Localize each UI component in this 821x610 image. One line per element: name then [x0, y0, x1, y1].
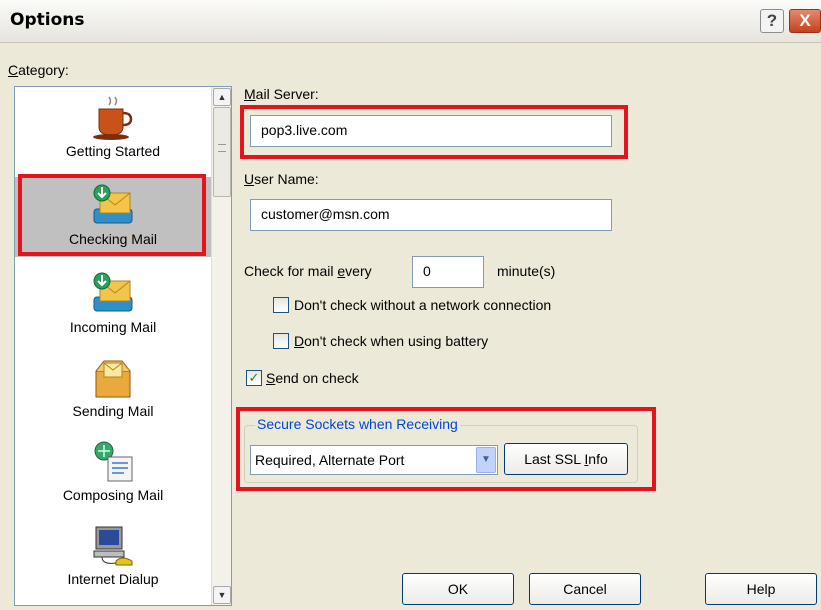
- category-item-label: Sending Mail: [72, 403, 154, 419]
- battery-label: Don't check when using battery: [294, 333, 489, 349]
- help-title-button[interactable]: ?: [760, 9, 784, 33]
- mail-server-label: Mail Server:: [244, 86, 319, 102]
- send-on-check-label: Send on check: [266, 370, 359, 386]
- category-list[interactable]: Getting Started Checking Mail Incoming M…: [14, 86, 232, 606]
- ok-button[interactable]: OK: [402, 573, 514, 605]
- category-item-incoming-mail[interactable]: Incoming Mail: [15, 271, 211, 351]
- coffee-cup-icon: [93, 96, 133, 140]
- window-title: Options: [10, 10, 85, 30]
- category-item-label: Internet Dialup: [67, 571, 159, 587]
- title-bar: Options ? X: [0, 0, 821, 43]
- internet-dialup-icon: [93, 526, 133, 566]
- highlight-box-ssl: [236, 407, 656, 491]
- category-item-label: Getting Started: [65, 143, 161, 159]
- composing-mail-icon: [94, 441, 133, 482]
- incoming-mail-icon: [93, 272, 133, 312]
- check-interval-label: Check for mail every: [244, 263, 372, 279]
- category-scrollbar[interactable]: ▲ ▼: [211, 87, 231, 605]
- battery-checkbox[interactable]: [273, 333, 289, 349]
- no-network-label: Don't check without a network connection: [294, 297, 552, 313]
- category-item-sending-mail[interactable]: Sending Mail: [15, 355, 211, 435]
- scroll-grip-icon: [218, 144, 226, 152]
- check-interval-input[interactable]: 0: [412, 256, 484, 288]
- send-on-check-checkbox[interactable]: ✓: [246, 370, 262, 386]
- highlight-box-category: [18, 174, 206, 256]
- help-button[interactable]: Help: [705, 573, 817, 605]
- category-item-label: Composing Mail: [62, 487, 164, 503]
- category-item-composing-mail[interactable]: Composing Mail: [15, 439, 211, 519]
- cancel-button[interactable]: Cancel: [529, 573, 641, 605]
- user-name-label: User Name:: [244, 171, 319, 187]
- category-item-internet-dialup[interactable]: Internet Dialup: [15, 523, 211, 603]
- highlight-box-mail-server: [240, 105, 628, 159]
- sending-mail-icon: [95, 360, 131, 398]
- no-network-checkbox[interactable]: [273, 297, 289, 313]
- category-label: Category:: [8, 62, 69, 78]
- category-item-label: Incoming Mail: [69, 319, 157, 335]
- close-button[interactable]: X: [789, 9, 821, 33]
- scroll-thumb[interactable]: [213, 107, 231, 197]
- scroll-up-button[interactable]: ▲: [213, 88, 231, 106]
- category-item-getting-started[interactable]: Getting Started: [15, 95, 211, 175]
- check-interval-unit: minute(s): [497, 263, 556, 279]
- scroll-down-button[interactable]: ▼: [213, 586, 231, 604]
- user-name-input[interactable]: customer@msn.com: [250, 199, 612, 231]
